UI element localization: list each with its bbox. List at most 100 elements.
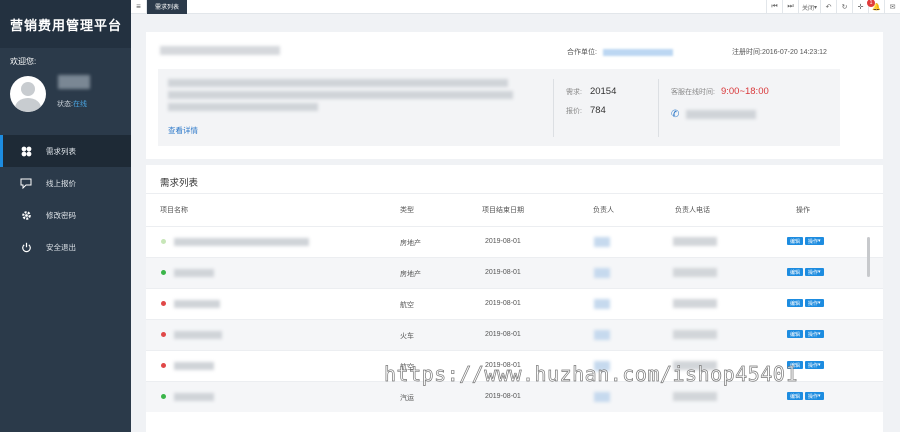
action-dropdown[interactable]: 操作 ▾ (805, 392, 824, 400)
action-dropdown[interactable]: 操作 ▾ (805, 330, 824, 338)
action-label: 操作 (808, 300, 819, 307)
app-title: 营销费用管理平台 (0, 0, 131, 48)
quote-value: 784 (589, 105, 606, 116)
message-button[interactable]: ✉ (884, 0, 900, 14)
undo-icon: ↶ (825, 4, 832, 11)
date-cell: 2019-08-01 (485, 300, 521, 307)
action-label: 操作 (808, 238, 819, 245)
refresh-button[interactable]: ↻ (836, 0, 852, 14)
power-icon (20, 241, 32, 253)
cooperation-value-redacted (602, 48, 673, 56)
sidebar-item-logout[interactable]: 安全退出 (0, 231, 131, 263)
owner-phone-redacted (673, 268, 717, 277)
action-dropdown[interactable]: 操作 ▾ (805, 299, 824, 307)
description-redacted (168, 103, 318, 111)
status-dot (161, 270, 166, 275)
owner-phone-redacted (673, 330, 717, 339)
owner-redacted (594, 299, 610, 309)
column-header: 项目结束日期 (482, 206, 524, 214)
status-label: 状态: (57, 101, 73, 108)
description-redacted (168, 91, 513, 99)
project-name-redacted (174, 269, 214, 277)
watermark-text: https://www.huzhan.com/ishop45401 (384, 362, 798, 387)
sidebar-item-label: 安全退出 (46, 242, 76, 252)
scroll-left-button[interactable]: ⏮ (765, 0, 782, 14)
action-dropdown[interactable]: 操作 ▾ (805, 268, 824, 276)
type-cell: 航空 (400, 302, 414, 309)
status-value: 在线 (72, 101, 87, 108)
account-info-card: 合作单位: 注册时间:2016-07-20 14:23:12 查看详情 需求: 2… (146, 32, 883, 159)
date-cell: 2019-08-01 (485, 393, 521, 400)
double-left-icon: ⏮ (771, 3, 778, 10)
sidebar-item-change-password[interactable]: 修改密码 (0, 199, 131, 231)
edit-button[interactable]: 编辑 (787, 392, 804, 400)
back-button[interactable]: ↶ (820, 0, 836, 14)
sidebar-item-online-quote[interactable]: 线上报价 (0, 167, 131, 199)
close-tabs-dropdown[interactable]: 关闭 ▾ (797, 0, 820, 14)
sidebar-item-label: 线上报价 (46, 178, 76, 188)
register-time: 注册时间:2016-07-20 14:23:12 (732, 47, 827, 57)
project-name-redacted (174, 238, 309, 246)
owner-redacted (594, 330, 610, 340)
fullscreen-button[interactable]: ✛ (852, 0, 868, 14)
column-header: 负责人 (593, 206, 614, 214)
owner-phone-redacted (673, 237, 717, 246)
table-row: 航空 2019-08-01 编辑 操作 ▾ (146, 288, 883, 319)
date-cell: 2019-08-01 (485, 269, 521, 276)
action-dropdown[interactable]: 操作 ▾ (805, 361, 824, 369)
row-actions: 编辑 操作 ▾ (787, 330, 824, 338)
welcome-text: 欢迎您: (10, 57, 37, 66)
table-header: 项目名称 类型 项目结束日期 负责人 负责人电话 操作 (146, 194, 883, 225)
action-label: 操作 (808, 269, 819, 276)
status-dot (161, 239, 166, 244)
type-cell: 汽运 (400, 395, 414, 402)
column-header: 负责人电话 (675, 206, 710, 214)
action-label: 操作 (808, 331, 819, 338)
username-redacted (58, 75, 90, 89)
caret-down-icon: ▾ (818, 300, 821, 306)
menu-toggle-button[interactable]: ≡ (131, 0, 147, 14)
view-details-link[interactable]: 查看详情 (168, 125, 198, 136)
scroll-right-button[interactable]: ⏭ (781, 0, 798, 14)
refresh-icon: ↻ (841, 4, 848, 11)
owner-phone-redacted (673, 392, 717, 401)
double-right-icon: ⏭ (787, 3, 794, 10)
edit-button[interactable]: 编辑 (787, 237, 804, 245)
table-row: 火车 2019-08-01 编辑 操作 ▾ (146, 319, 883, 350)
row-actions: 编辑 操作 ▾ (787, 237, 824, 245)
type-cell: 房地产 (400, 240, 421, 247)
date-cell: 2019-08-01 (485, 238, 521, 245)
cooperation-unit: 合作单位: (567, 47, 673, 57)
tab-demand-list[interactable]: 需求列表 (147, 0, 188, 14)
hamburger-icon: ≡ (136, 2, 141, 11)
edit-button[interactable]: 编辑 (787, 299, 804, 307)
edit-button[interactable]: 编辑 (787, 330, 804, 338)
edit-button[interactable]: 编辑 (787, 268, 804, 276)
type-cell: 火车 (400, 333, 414, 340)
tab-bar: ≡ 需求列表 ⏮ ⏭ 关闭 ▾ ↶ ↻ ✛ 🔔 ✉ 1 (131, 0, 900, 14)
column-header: 类型 (400, 206, 414, 214)
welcome-panel: 欢迎您: (0, 48, 131, 135)
close-label: 关闭 (801, 5, 814, 12)
action-dropdown[interactable]: 操作 ▾ (805, 237, 824, 245)
list-scrollbar[interactable] (867, 237, 870, 277)
sidebar-nav: 需求列表 线上报价 修改密码 安全退出 (0, 135, 131, 263)
status-dot (161, 332, 166, 337)
caret-down-icon: ▾ (813, 4, 817, 11)
register-value: 2016-07-20 14:23:12 (761, 49, 827, 56)
project-name-redacted (174, 362, 214, 370)
cooperation-label: 合作单位: (567, 49, 597, 56)
action-label: 操作 (808, 393, 819, 400)
service-hours: 客服在线时间: 9:00~18:00 (671, 86, 769, 97)
message-icon: ✉ (889, 4, 896, 11)
description-redacted (168, 79, 508, 87)
status-dot (161, 301, 166, 306)
row-actions: 编辑 操作 ▾ (787, 299, 824, 307)
caret-down-icon: ▾ (818, 393, 821, 399)
sidebar-item-label: 修改密码 (46, 210, 76, 220)
tab-actions: ⏮ ⏭ 关闭 ▾ ↶ ↻ ✛ 🔔 ✉ 1 (765, 0, 900, 14)
owner-phone-redacted (673, 299, 717, 308)
sidebar-item-demand-list[interactable]: 需求列表 (0, 135, 131, 167)
action-label: 操作 (808, 362, 819, 369)
chat-icon (20, 177, 32, 189)
